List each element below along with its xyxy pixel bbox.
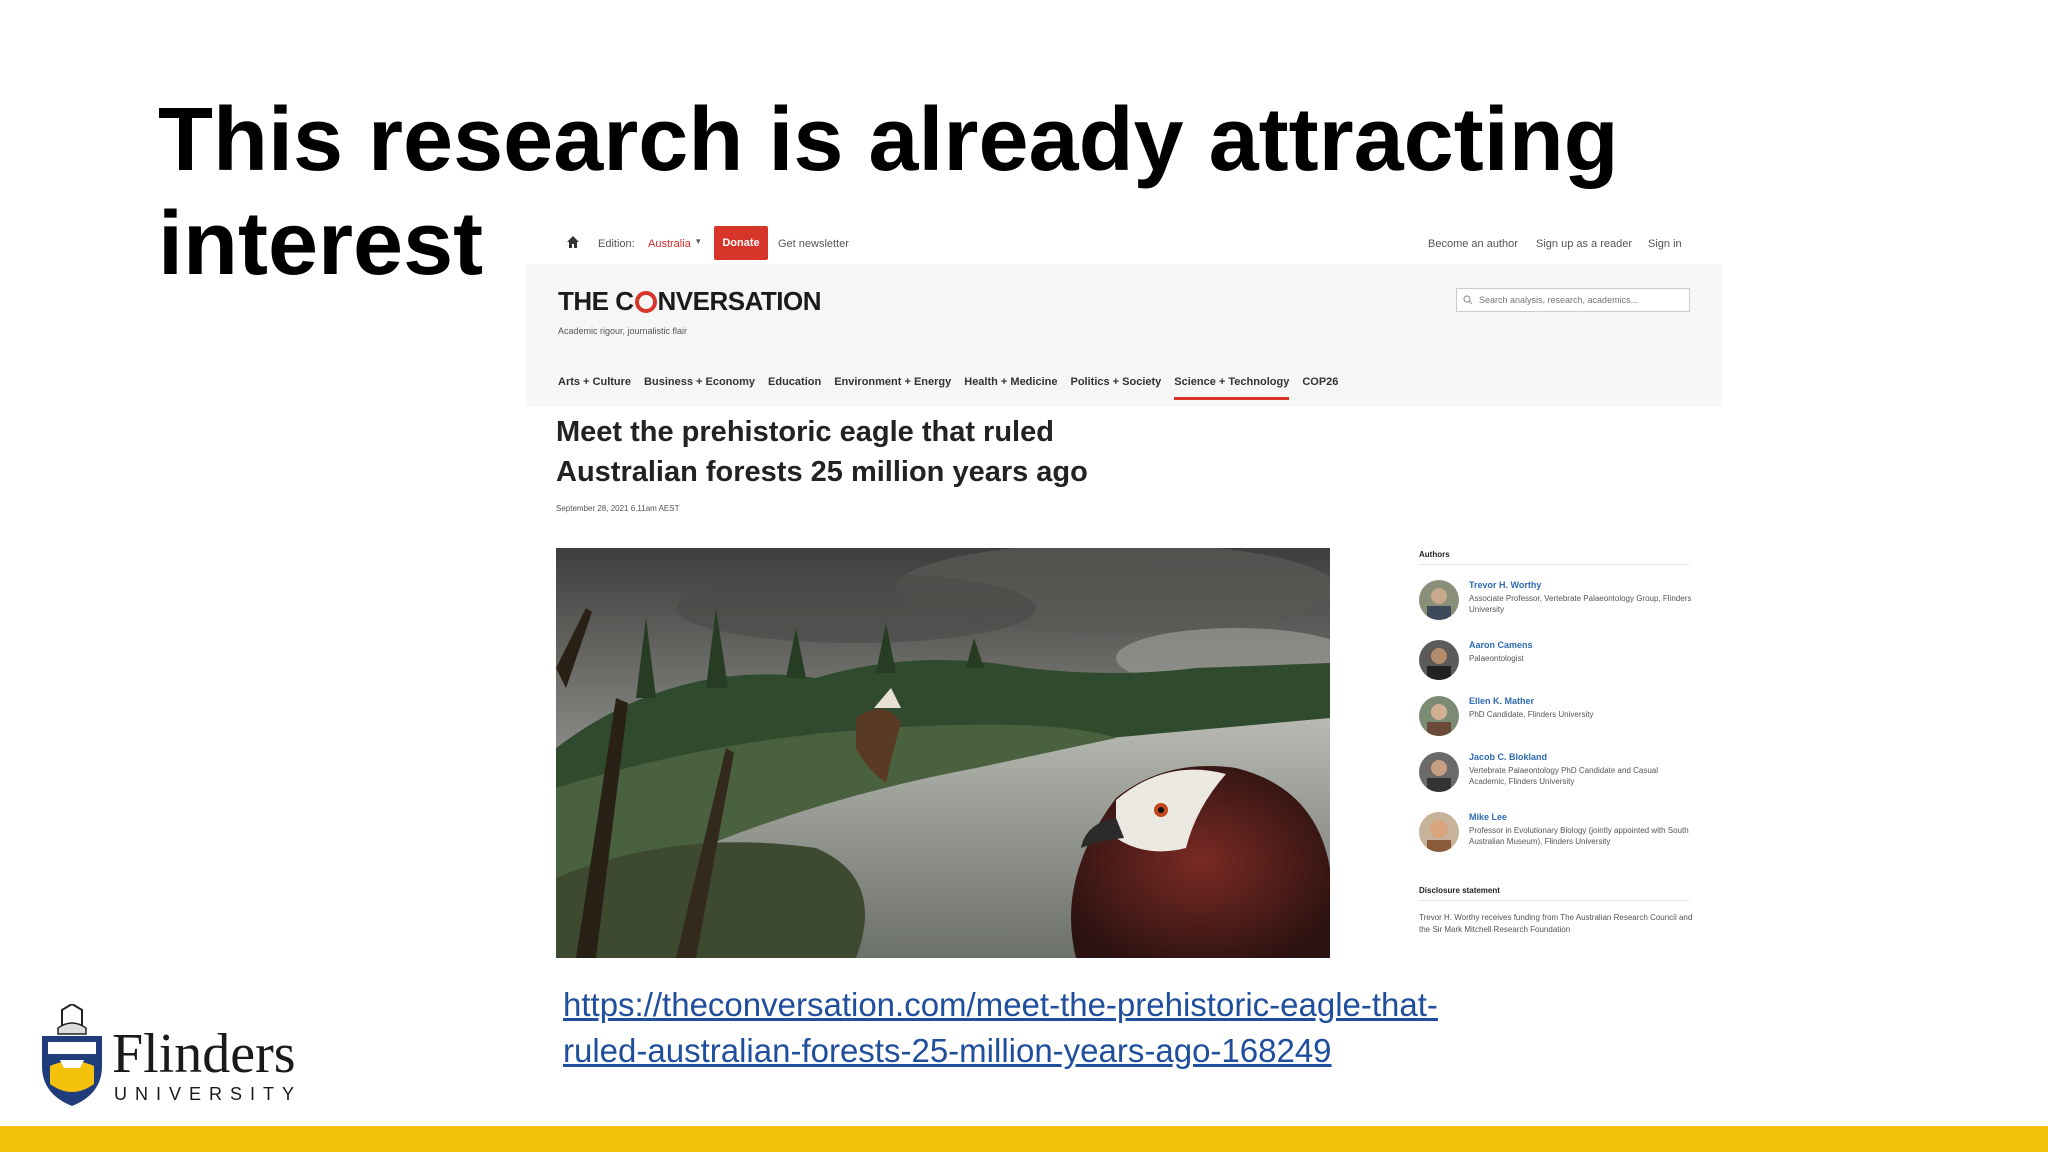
- divider: [1419, 564, 1689, 565]
- nav-item-health[interactable]: Health + Medicine: [964, 376, 1057, 400]
- university-name: Flinders: [112, 1023, 296, 1085]
- author-role: Vertebrate Palaeontology PhD Candidate a…: [1469, 766, 1659, 786]
- edition-selector[interactable]: Australia: [648, 238, 691, 250]
- article-screenshot: Edition: Australia ▾ Donate Get newslett…: [526, 222, 1722, 962]
- site-topbar: Edition: Australia ▾ Donate Get newslett…: [526, 222, 1722, 264]
- footer-accent-bar: [0, 1126, 2048, 1152]
- author-name[interactable]: Aaron Camens: [1469, 640, 1533, 650]
- author-card[interactable]: Mike Lee Professor in Evolutionary Biolo…: [1419, 812, 1699, 856]
- edition-label: Edition:: [598, 238, 635, 250]
- avatar: [1419, 640, 1459, 680]
- nav-item-education[interactable]: Education: [768, 376, 821, 400]
- author-name[interactable]: Trevor H. Worthy: [1469, 580, 1541, 590]
- newsletter-link[interactable]: Get newsletter: [778, 238, 849, 250]
- author-role: Associate Professor, Vertebrate Palaeont…: [1469, 594, 1692, 614]
- author-role: Professor in Evolutionary Biology (joint…: [1469, 826, 1689, 846]
- article-headline: Meet the prehistoric eagle that ruled Au…: [556, 416, 1088, 488]
- author-role: PhD Candidate, Flinders University: [1469, 710, 1594, 719]
- article-dateline: September 28, 2021 6.11am AEST: [556, 504, 680, 513]
- avatar: [1419, 580, 1459, 620]
- site-tagline: Academic rigour, journalistic flair: [558, 326, 688, 336]
- avatar: [1419, 696, 1459, 736]
- signin-link[interactable]: Sign in: [1648, 238, 1682, 250]
- nav-item-cop26[interactable]: COP26: [1302, 376, 1338, 400]
- avatar: [1419, 812, 1459, 852]
- author-card[interactable]: Ellen K. Mather PhD Candidate, Flinders …: [1419, 696, 1699, 740]
- nav-item-arts[interactable]: Arts + Culture: [558, 376, 631, 400]
- search-input[interactable]: [1456, 288, 1690, 312]
- nav-item-business[interactable]: Business + Economy: [644, 376, 755, 400]
- article-hero-image: [556, 548, 1330, 958]
- signup-reader-link[interactable]: Sign up as a reader: [1536, 238, 1632, 250]
- search-icon: [1463, 295, 1473, 305]
- author-card[interactable]: Jacob C. Blokland Vertebrate Palaeontolo…: [1419, 752, 1699, 796]
- authors-heading: Authors: [1419, 550, 1450, 559]
- become-author-link[interactable]: Become an author: [1428, 238, 1518, 250]
- divider: [1419, 900, 1689, 901]
- author-card[interactable]: Trevor H. Worthy Associate Professor, Ve…: [1419, 580, 1699, 624]
- disclosure-text: Trevor H. Worthy receives funding from T…: [1419, 913, 1693, 934]
- author-name[interactable]: Ellen K. Mather: [1469, 696, 1534, 706]
- nav-item-politics[interactable]: Politics + Society: [1070, 376, 1161, 400]
- home-icon[interactable]: [566, 235, 580, 249]
- site-logo[interactable]: THE C NVERSATION: [558, 286, 822, 317]
- site-header: THE C NVERSATION Academic rigour, journal…: [526, 264, 1722, 406]
- donate-button[interactable]: Donate: [714, 226, 768, 260]
- chevron-down-icon[interactable]: ▾: [696, 236, 701, 247]
- article-source-link[interactable]: https://theconversation.com/meet-the-pre…: [563, 982, 1663, 1074]
- nav-item-environment[interactable]: Environment + Energy: [834, 376, 951, 400]
- author-name[interactable]: Mike Lee: [1469, 812, 1507, 822]
- university-subtitle: UNIVERSITY: [114, 1084, 303, 1104]
- author-name[interactable]: Jacob C. Blokland: [1469, 752, 1547, 762]
- disclosure-heading: Disclosure statement: [1419, 886, 1500, 895]
- speech-bubble-icon: [634, 291, 657, 313]
- author-card[interactable]: Aaron Camens Palaeontologist: [1419, 640, 1699, 684]
- university-crest-icon: [42, 1004, 102, 1106]
- avatar: [1419, 752, 1459, 792]
- section-nav: Arts + Culture Business + Economy Educat…: [558, 376, 1338, 400]
- nav-item-science[interactable]: Science + Technology: [1174, 376, 1290, 400]
- author-role: Palaeontologist: [1469, 654, 1524, 663]
